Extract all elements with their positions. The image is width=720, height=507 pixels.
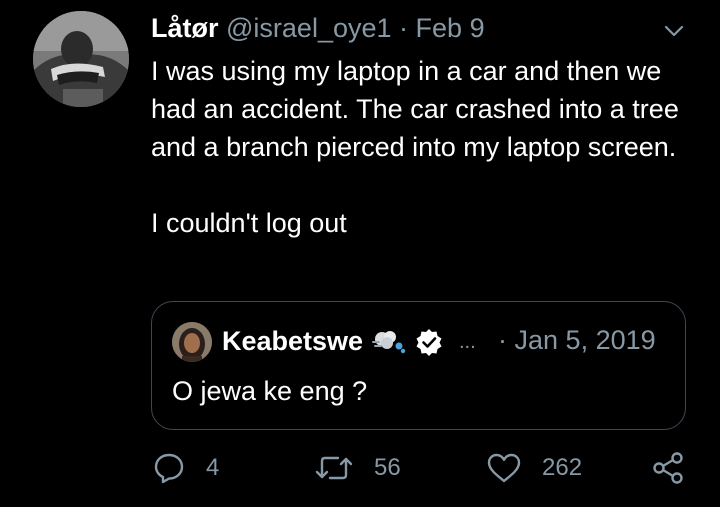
retweet-icon bbox=[315, 456, 353, 480]
header-separator: · bbox=[399, 13, 409, 43]
quoted-author-avatar bbox=[172, 322, 212, 362]
tweet-header: Låtør @israel_oye1 · Feb 9 bbox=[151, 12, 485, 44]
quoted-tweet-date: · Jan 5, 2019 bbox=[498, 324, 656, 356]
dash-emoji-icon bbox=[370, 328, 408, 356]
tweet-paragraph: I couldn't log out bbox=[151, 208, 347, 238]
tweet-paragraph: I was using my laptop in a car and then … bbox=[151, 56, 679, 162]
reply-button[interactable]: 4 bbox=[152, 450, 219, 486]
retweet-button[interactable]: 56 bbox=[314, 450, 401, 486]
quoted-name-ellipsis: ... bbox=[459, 331, 476, 353]
author-avatar-image bbox=[33, 11, 129, 107]
verified-badge-icon bbox=[415, 328, 443, 356]
quoted-tweet[interactable]: Keabetswe ... · Jan 5, 2019 O jewa ke en… bbox=[151, 301, 686, 430]
retweet-count: 56 bbox=[374, 454, 401, 481]
heart-icon bbox=[487, 453, 521, 483]
chevron-down-icon[interactable] bbox=[660, 20, 688, 42]
tweet-date[interactable]: Feb 9 bbox=[416, 13, 485, 43]
like-button[interactable]: 262 bbox=[486, 450, 582, 486]
tweet-text: I was using my laptop in a car and then … bbox=[151, 52, 696, 242]
quoted-tweet-text: O jewa ke eng ? bbox=[172, 376, 368, 406]
quoted-date-value: Jan 5, 2019 bbox=[514, 325, 656, 355]
share-button[interactable] bbox=[651, 450, 687, 486]
reply-icon bbox=[154, 453, 184, 484]
share-icon bbox=[653, 452, 683, 484]
quoted-separator: · bbox=[498, 325, 507, 355]
like-count: 262 bbox=[542, 454, 583, 481]
quoted-author-name: Keabetswe bbox=[222, 326, 364, 356]
author-name[interactable]: Låtør bbox=[151, 13, 219, 43]
author-avatar[interactable] bbox=[33, 11, 129, 107]
reply-count: 4 bbox=[206, 454, 220, 481]
author-handle[interactable]: @israel_oye1 bbox=[226, 13, 392, 43]
